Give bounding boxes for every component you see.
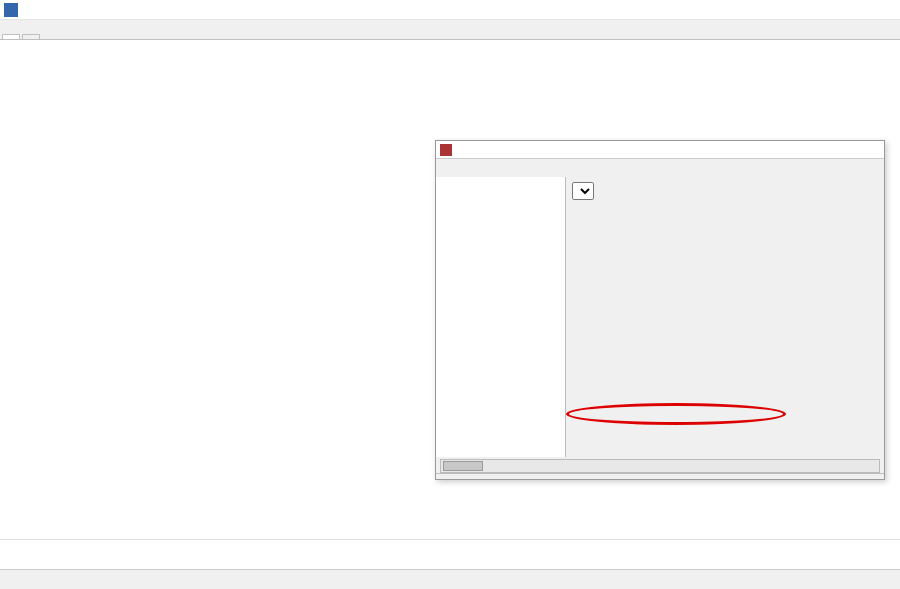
project-icon xyxy=(440,144,452,156)
annotation-ellipse xyxy=(566,403,786,425)
plot-title xyxy=(0,40,900,85)
tab-peak-widths[interactable] xyxy=(22,34,40,39)
project-tree[interactable] xyxy=(436,177,566,457)
project-titlebar xyxy=(436,141,884,159)
minimize-button[interactable] xyxy=(808,1,836,19)
azimuth-label xyxy=(572,182,878,200)
tab-bar xyxy=(0,20,900,40)
project-footer xyxy=(436,473,884,507)
app-icon xyxy=(4,3,18,17)
tree-hscrollbar[interactable] xyxy=(440,459,880,473)
project-window[interactable] xyxy=(435,140,885,480)
instrument-params-panel xyxy=(566,177,884,457)
window-titlebar xyxy=(0,0,900,20)
status-bar xyxy=(0,569,900,589)
close-button[interactable] xyxy=(868,1,896,19)
source-type-select[interactable] xyxy=(572,182,594,200)
maximize-button[interactable] xyxy=(838,1,866,19)
project-menubar xyxy=(436,159,884,177)
plot-area[interactable] xyxy=(0,40,900,520)
tab-powder-patterns[interactable] xyxy=(2,34,20,39)
plot-toolbar xyxy=(0,539,900,569)
